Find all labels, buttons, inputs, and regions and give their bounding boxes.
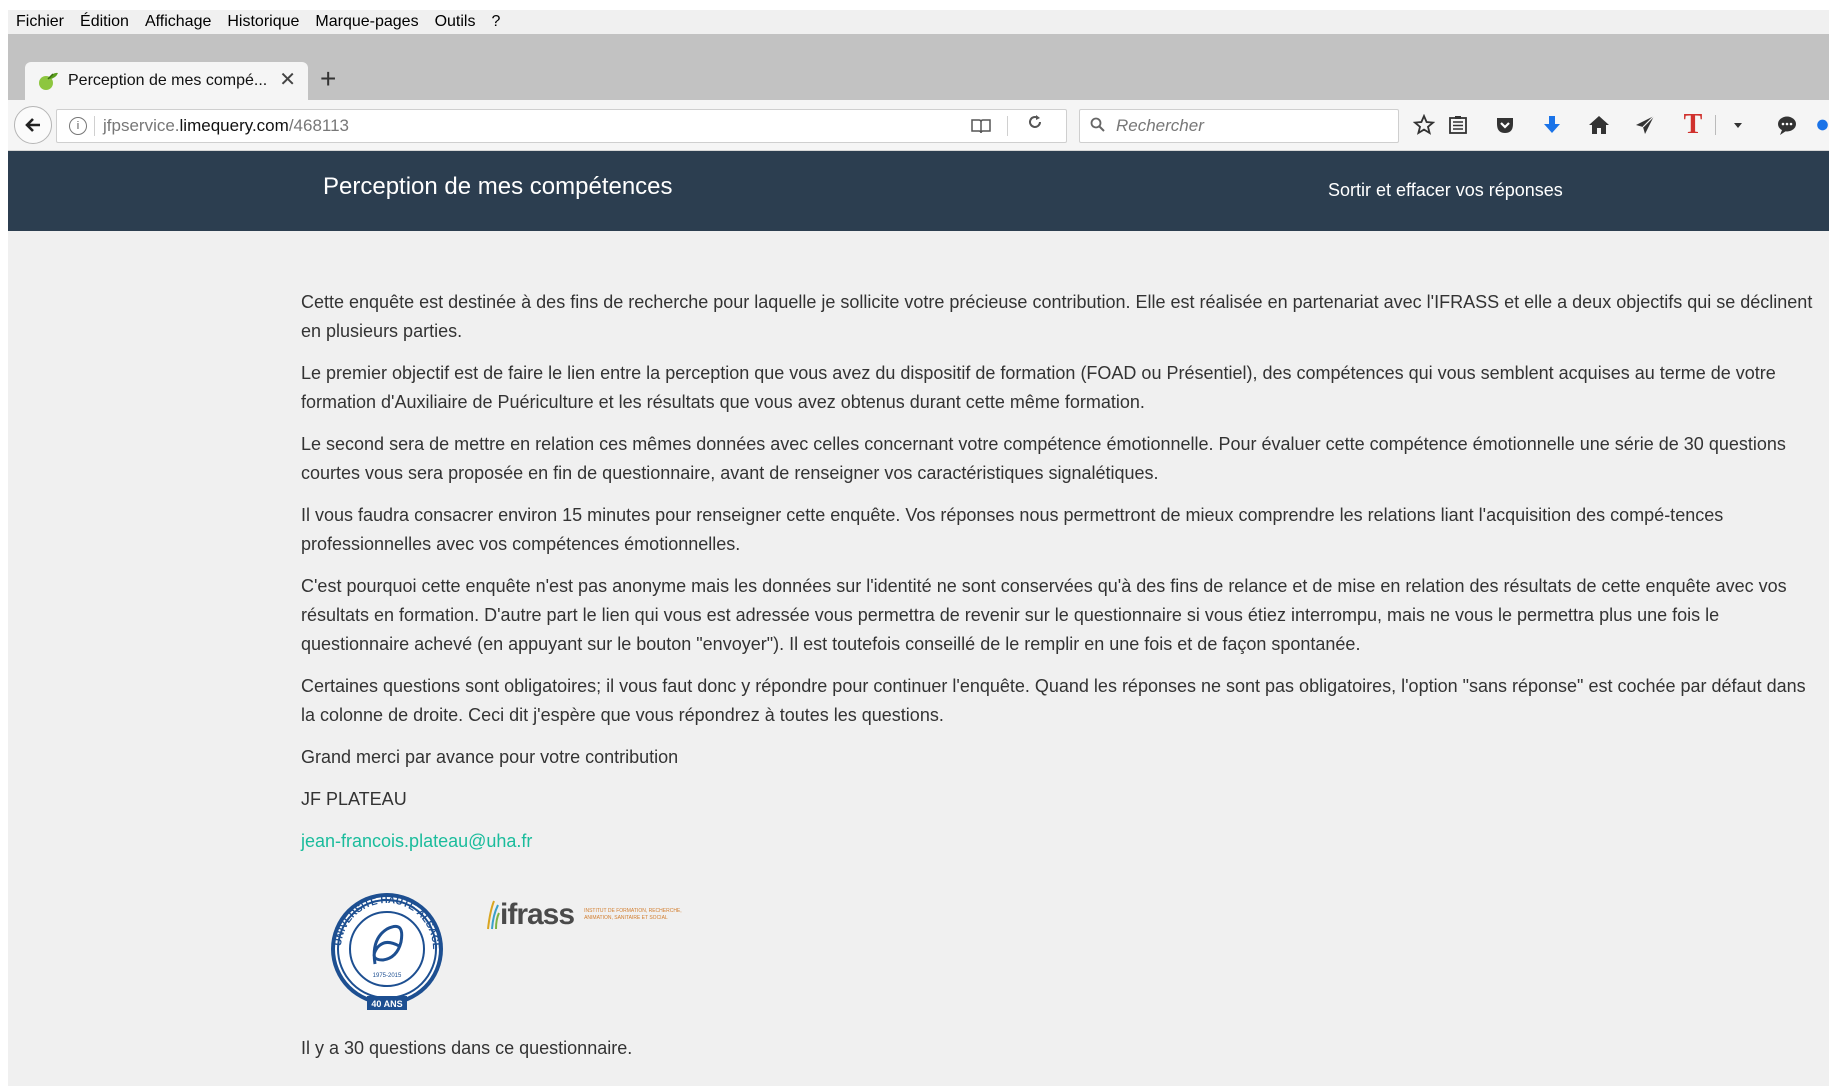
survey-welcome-content: Cette enquête est destinée à des fins de… <box>301 288 1823 1076</box>
limesurvey-favicon-icon <box>37 70 59 92</box>
back-arrow-icon <box>25 118 40 132</box>
menu-historique[interactable]: Historique <box>219 13 307 31</box>
overflow-extension-icon[interactable] <box>1816 112 1829 138</box>
ifrass-wordmark: ifrass <box>500 898 575 931</box>
home-icon[interactable] <box>1586 112 1612 138</box>
menu-affichage[interactable]: Affichage <box>137 13 219 31</box>
uha-years: 1975-2015 <box>373 973 402 979</box>
intro-paragraph-6: Certaines questions sont obligatoires; i… <box>301 676 1806 725</box>
site-header: Perception de mes compétences Sortir et … <box>8 151 1829 231</box>
email-paragraph: jean-francois.plateau@uha.fr <box>301 827 1823 856</box>
url-path: /468113 <box>288 116 350 135</box>
ifrass-logo: ifrass INSTITUT DE FORMATION, RECHERCHE,… <box>486 898 696 932</box>
new-tab-button[interactable]: + <box>320 64 336 94</box>
uha-anniversary: 40 ANS <box>371 999 402 1009</box>
reader-separator <box>1007 116 1008 136</box>
author-name: JF PLATEAU <box>301 789 407 809</box>
site-info-icon[interactable]: i <box>69 117 87 135</box>
menu-outils[interactable]: Outils <box>427 13 484 31</box>
menu-fichier[interactable]: Fichier <box>8 13 72 31</box>
url-text[interactable]: jfpservice.limequery.com/468113 <box>103 116 349 136</box>
reader-view-icon[interactable] <box>970 116 992 141</box>
downloads-icon[interactable] <box>1539 112 1565 138</box>
chat-bubble-icon[interactable] <box>1774 112 1800 138</box>
text-extension-icon[interactable]: T <box>1678 111 1708 139</box>
dropdown-arrow-icon[interactable] <box>1730 112 1746 138</box>
reload-icon[interactable] <box>1026 113 1044 137</box>
menu-edition[interactable]: Édition <box>72 13 137 31</box>
intro-paragraph-1: Cette enquête est destinée à des fins de… <box>301 292 1813 341</box>
tab-strip: Perception de mes compé... ✕ + <box>8 34 1829 100</box>
bookmark-star-icon[interactable] <box>1411 112 1437 138</box>
uha-logo: UNIVERSITÉ HAUTE-ALSACE 1975-2015 40 ANS <box>317 884 457 1019</box>
ifrass-mark-icon <box>487 900 500 930</box>
thanks-paragraph: Grand merci par avance pour votre contri… <box>301 747 679 767</box>
url-prefix: jfpservice. <box>103 116 180 135</box>
menu-bar: Fichier Édition Affichage Historique Mar… <box>8 10 506 34</box>
exit-and-clear-link[interactable]: Sortir et effacer vos réponses <box>1328 180 1563 201</box>
menu-help[interactable]: ? <box>483 13 508 31</box>
search-icon <box>1090 117 1106 138</box>
survey-title: Perception de mes compétences <box>323 173 673 200</box>
tab-active[interactable]: Perception de mes compé... ✕ <box>25 62 308 100</box>
navigation-bar: i jfpservice.limequery.com/468113 Recher… <box>8 100 1829 151</box>
browser-window: Fichier Édition Affichage Historique Mar… <box>8 10 1829 1086</box>
author-email-link[interactable]: jean-francois.plateau@uha.fr <box>301 831 532 851</box>
back-button[interactable] <box>14 106 52 144</box>
tab-title: Perception de mes compé... <box>68 72 268 89</box>
search-bar[interactable] <box>1079 109 1399 143</box>
question-count: Il y a 30 questions dans ce questionnair… <box>301 1038 633 1058</box>
ifrass-tagline: INSTITUT DE FORMATION, RECHERCHE, ANIMAT… <box>584 908 682 921</box>
intro-paragraph-4: Il vous faudra consacrer environ 15 minu… <box>301 505 1724 554</box>
partner-logos: UNIVERSITÉ HAUTE-ALSACE 1975-2015 40 ANS… <box>301 884 1823 1034</box>
intro-paragraph-2: Le premier objectif est de faire le lien… <box>301 363 1776 412</box>
intro-paragraph-5: C'est pourquoi cette enquête n'est pas a… <box>301 576 1787 654</box>
bookmarks-menu-icon[interactable] <box>1445 112 1471 138</box>
url-host: limequery.com <box>179 116 289 135</box>
url-bar[interactable]: i jfpservice.limequery.com/468113 <box>56 109 1067 143</box>
menu-marque-pages[interactable]: Marque-pages <box>307 13 426 31</box>
pocket-icon[interactable] <box>1492 112 1518 138</box>
separator-icon <box>1708 112 1722 138</box>
tab-close-icon[interactable]: ✕ <box>279 70 296 90</box>
url-separator <box>94 116 95 136</box>
send-tab-icon[interactable] <box>1632 112 1658 138</box>
intro-paragraph-3: Le second sera de mettre en relation ces… <box>301 434 1786 483</box>
search-input[interactable] <box>1114 114 1378 138</box>
